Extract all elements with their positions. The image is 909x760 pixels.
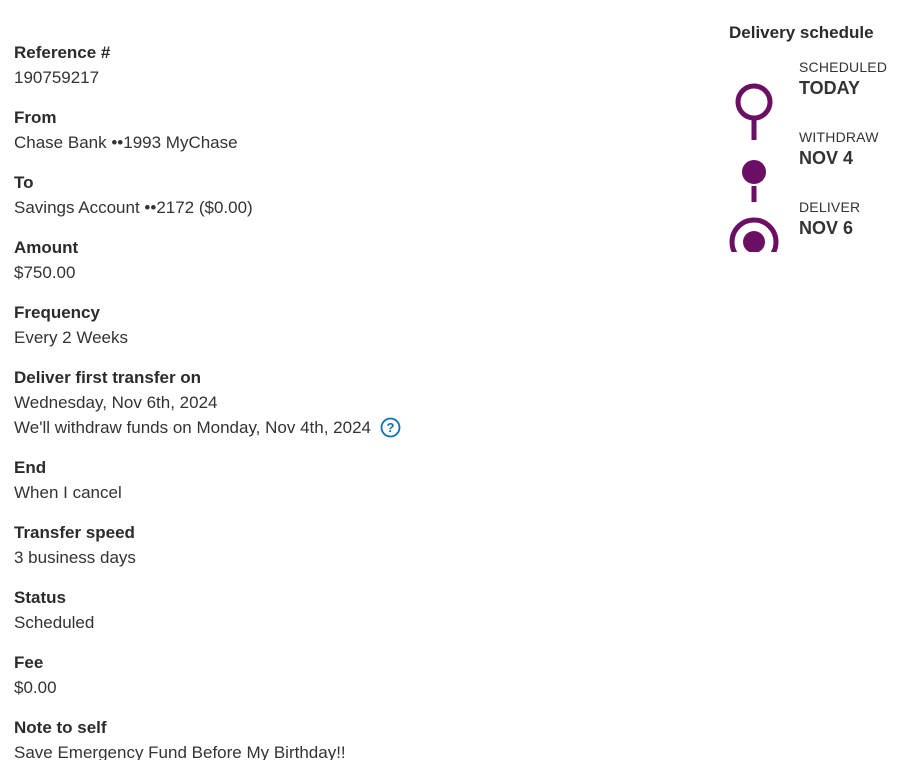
status-value: Scheduled — [14, 613, 95, 632]
status-field: Status Scheduled — [14, 585, 614, 635]
step-date: TODAY — [799, 78, 861, 98]
timeline-track — [729, 83, 779, 252]
target-circle-inner — [743, 231, 765, 252]
to-value: Savings Account ••2172 ($0.00) — [14, 198, 253, 217]
from-label: From — [14, 108, 57, 127]
transfer-details: Reference # 190759217 From Chase Bank ••… — [14, 40, 614, 760]
step-caption: WITHDRAW — [799, 129, 879, 145]
schedule-step-scheduled: SCHEDULED TODAY — [799, 58, 887, 100]
deliver-first-value: Wednesday, Nov 6th, 2024 — [14, 393, 218, 412]
transfer-details-page: Reference # 190759217 From Chase Bank ••… — [0, 0, 909, 760]
step-date: NOV 4 — [799, 148, 854, 168]
withdraw-note: We'll withdraw funds on Monday, Nov 4th,… — [14, 418, 371, 437]
filled-dot-icon — [742, 160, 766, 184]
deliver-first-label: Deliver first transfer on — [14, 368, 202, 387]
frequency-field: Frequency Every 2 Weeks — [14, 300, 614, 350]
note-label: Note to self — [14, 718, 107, 737]
schedule-step-withdraw: WITHDRAW NOV 4 — [799, 128, 879, 170]
end-value: When I cancel — [14, 483, 122, 502]
to-label: To — [14, 173, 34, 192]
transfer-speed-value: 3 business days — [14, 548, 136, 567]
end-label: End — [14, 458, 47, 477]
withdraw-note-row: We'll withdraw funds on Monday, Nov 4th,… — [14, 415, 614, 440]
amount-label: Amount — [14, 238, 79, 257]
schedule-step-deliver: DELIVER NOV 6 — [799, 198, 860, 240]
fee-label: Fee — [14, 653, 44, 672]
transfer-speed-field: Transfer speed 3 business days — [14, 520, 614, 570]
help-icon[interactable]: ? — [380, 417, 401, 438]
fee-value: $0.00 — [14, 678, 57, 697]
step-caption: SCHEDULED — [799, 59, 888, 75]
frequency-value: Every 2 Weeks — [14, 328, 129, 347]
from-field: From Chase Bank ••1993 MyChase — [14, 105, 614, 155]
amount-value: $750.00 — [14, 263, 76, 282]
hollow-circle-icon — [735, 83, 773, 121]
note-value: Save Emergency Fund Before My Birthday!! — [14, 743, 346, 760]
schedule-timeline: SCHEDULED TODAY WITHDRAW NOV 4 DELIVER N… — [729, 52, 904, 252]
transfer-speed-label: Transfer speed — [14, 523, 135, 542]
step-date: NOV 6 — [799, 218, 854, 238]
note-field: Note to self Save Emergency Fund Before … — [14, 715, 614, 760]
reference-value: 190759217 — [14, 68, 100, 87]
frequency-label: Frequency — [14, 303, 100, 322]
reference-field: Reference # 190759217 — [14, 40, 614, 90]
to-field: To Savings Account ••2172 ($0.00) — [14, 170, 614, 220]
from-value: Chase Bank ••1993 MyChase — [14, 133, 238, 152]
delivery-schedule: Delivery schedule SCHEDULED TODAY WITHDR… — [729, 22, 904, 252]
svg-text:?: ? — [387, 420, 395, 435]
amount-field: Amount $750.00 — [14, 235, 614, 285]
status-label: Status — [14, 588, 66, 607]
reference-label: Reference # — [14, 43, 111, 62]
fee-field: Fee $0.00 — [14, 650, 614, 700]
deliver-first-field: Deliver first transfer on Wednesday, Nov… — [14, 365, 614, 440]
end-field: End When I cancel — [14, 455, 614, 505]
step-caption: DELIVER — [799, 199, 861, 215]
schedule-title: Delivery schedule — [729, 23, 874, 42]
